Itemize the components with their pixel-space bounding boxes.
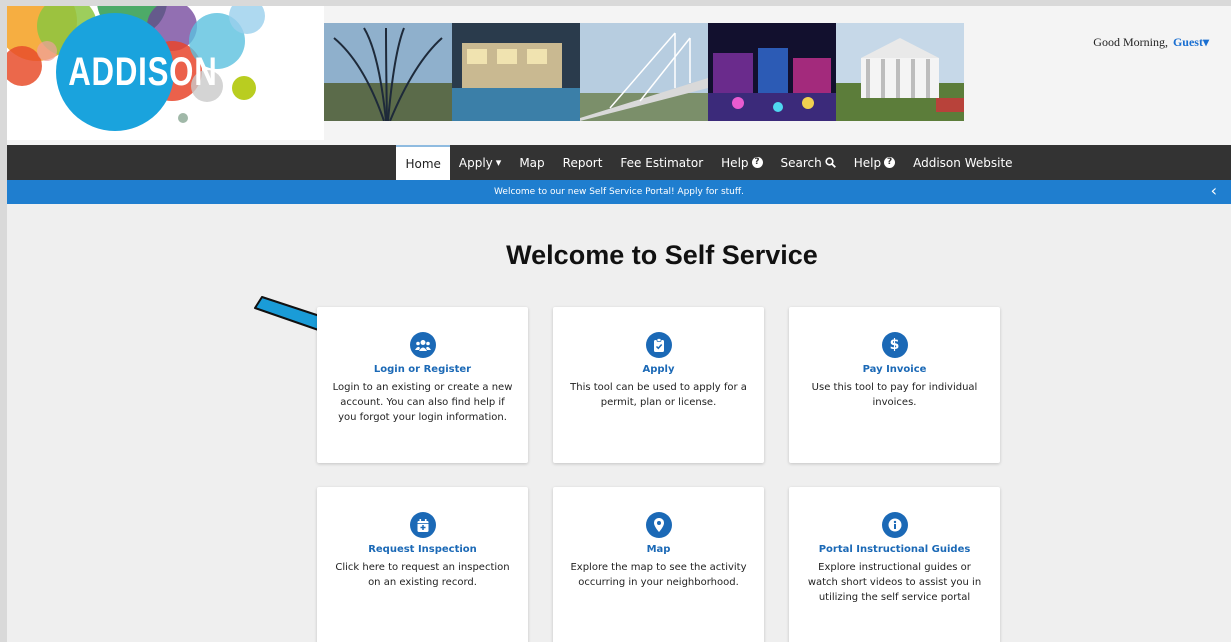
nav-apply-label: Apply (458, 155, 493, 170)
greeting-text: Good Morning, (1093, 35, 1168, 49)
banner-photo-building (452, 23, 580, 121)
card-map[interactable]: Map Explore the map to see the activity … (553, 487, 764, 642)
nav-map[interactable]: Map (510, 145, 553, 180)
page-frame: ADDISON Good Morning, Guest▾ Home Apply … (7, 6, 1231, 642)
caret-down-icon: ▾ (1202, 35, 1209, 49)
map-marker-icon (645, 512, 672, 538)
question-circle-icon: ? (884, 157, 896, 168)
card-description: Use this tool to pay for individual invo… (811, 382, 978, 408)
chevron-left-icon[interactable]: ‹ (1211, 180, 1217, 202)
guest-label: Guest (1172, 35, 1203, 49)
nav-search[interactable]: Search (772, 145, 845, 180)
card-title: Request Inspection (368, 544, 477, 555)
card-description: Click here to request an inspection on a… (335, 562, 510, 588)
nav-addison-website[interactable]: Addison Website (904, 145, 1021, 180)
photo-banner (324, 23, 964, 121)
question-circle-icon: ? (751, 157, 763, 168)
announcement-bar: Welcome to our new Self Service Portal! … (7, 180, 1231, 204)
main-nav: Home Apply ▾ Map Report Fee Estimator Hel… (7, 145, 1231, 180)
card-portal-guides[interactable]: Portal Instructional Guides Explore inst… (789, 487, 1000, 642)
nav-apply[interactable]: Apply ▾ (450, 145, 510, 180)
nav-help[interactable]: Help? (712, 145, 771, 180)
greeting: Good Morning, Guest▾ (1093, 35, 1209, 50)
nav-fee-estimator[interactable]: Fee Estimator (611, 145, 712, 180)
nav-report-label: Report (562, 155, 603, 170)
calendar-plus-icon (409, 512, 436, 538)
guest-user-menu[interactable]: Guest▾ (1173, 35, 1209, 49)
banner-photo-bridge (580, 23, 708, 121)
card-description: Explore instructional guides or watch sh… (807, 562, 982, 603)
card-title: Apply (642, 364, 675, 375)
nav-fee-estimator-label: Fee Estimator (620, 155, 704, 170)
logo-text: ADDISON (68, 50, 218, 94)
nav-addison-website-label: Addison Website (913, 155, 1013, 170)
nav-report[interactable]: Report (554, 145, 612, 180)
nav-help-label: Help (721, 155, 749, 170)
search-icon (825, 157, 836, 168)
addison-logo[interactable]: ADDISON (7, 6, 324, 140)
card-title: Map (646, 544, 671, 555)
banner-photo-sculpture (324, 23, 452, 121)
card-apply[interactable]: Apply This tool can be used to apply for… (553, 307, 764, 463)
header: ADDISON Good Morning, Guest▾ (7, 6, 1231, 145)
nav-home-label: Home (405, 156, 441, 171)
banner-photo-night-lights (708, 23, 836, 121)
users-icon (409, 332, 436, 358)
card-description: Login to an existing or create a new acc… (332, 382, 513, 423)
nav-map-label: Map (519, 155, 545, 170)
card-login-register[interactable]: Login or Register Login to an existing o… (317, 307, 528, 463)
nav-help-2-label: Help (853, 155, 882, 170)
card-title: Pay Invoice (862, 364, 927, 375)
info-icon (881, 512, 908, 538)
announcement-text: Welcome to our new Self Service Portal! … (494, 187, 744, 197)
card-description: Explore the map to see the activity occu… (570, 562, 747, 588)
card-title: Portal Instructional Guides (818, 544, 971, 555)
nav-help-2[interactable]: Help? (845, 145, 904, 180)
nav-home[interactable]: Home (396, 145, 450, 180)
card-pay-invoice[interactable]: $ Pay Invoice Use this tool to pay for i… (789, 307, 1000, 463)
page-title: Welcome to Self Service (506, 240, 818, 270)
card-description: This tool can be used to apply for a per… (570, 382, 747, 408)
dollar-icon: $ (881, 332, 908, 358)
banner-photo-house (836, 23, 964, 121)
nav-search-label: Search (780, 155, 822, 170)
clipboard-check-icon (645, 332, 672, 358)
card-title: Login or Register (373, 364, 472, 375)
caret-down-icon: ▾ (495, 156, 502, 169)
card-request-inspection[interactable]: Request Inspection Click here to request… (317, 487, 528, 642)
